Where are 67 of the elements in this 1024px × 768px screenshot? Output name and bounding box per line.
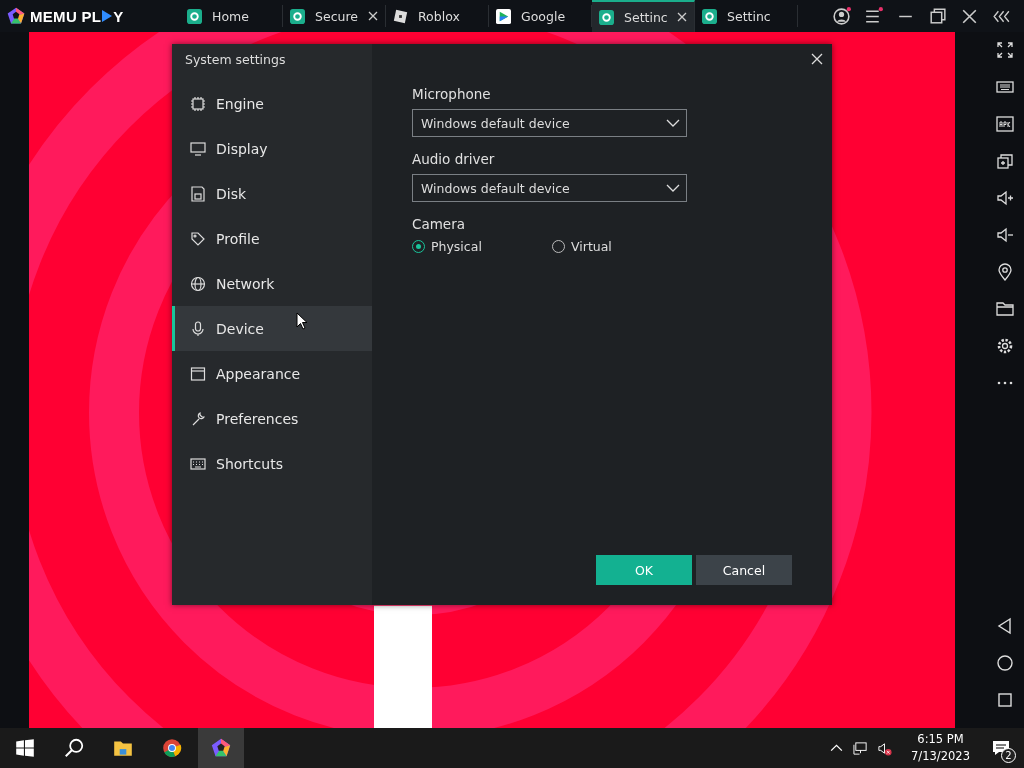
search-icon[interactable]: [63, 737, 85, 759]
caret-icon: [666, 119, 680, 127]
sidebar-item[interactable]: Engine: [172, 81, 372, 126]
browser-icon[interactable]: [161, 737, 183, 759]
globe-icon: [190, 275, 206, 292]
emulator-icon[interactable]: [210, 737, 232, 759]
app-icon: [599, 9, 614, 25]
field-label: Camera: [412, 216, 466, 232]
tag-icon: [190, 230, 206, 247]
caret-icon: [666, 184, 680, 192]
dialog-title: System settings: [184, 52, 287, 69]
notification-button[interactable]: 2: [986, 733, 1016, 763]
app-icon: [702, 8, 717, 24]
sidebar-item[interactable]: Profile: [172, 216, 372, 261]
app-icon: [290, 8, 305, 24]
field-label: Audio driver: [412, 151, 496, 167]
field-label: Microphone: [412, 86, 492, 102]
tab[interactable]: Home: [180, 5, 283, 27]
dropdown[interactable]: Windows default device: [412, 109, 687, 137]
logo-text: Y: [113, 7, 124, 25]
restore-icon[interactable]: [927, 5, 948, 27]
chip-icon: [190, 95, 206, 112]
sidebar-item[interactable]: Device: [172, 306, 372, 351]
microphone-icon: [190, 320, 206, 337]
notification-count: 2: [1001, 748, 1016, 763]
monitor-icon: [190, 140, 206, 157]
tab[interactable]: Settinc: [592, 0, 695, 32]
home-icon[interactable]: [994, 653, 1015, 673]
account-icon[interactable]: [831, 5, 852, 27]
close-icon[interactable]: [677, 12, 687, 22]
play-store-icon: [496, 8, 511, 24]
volume-down-icon[interactable]: [994, 225, 1015, 245]
volume-up-icon[interactable]: [994, 188, 1015, 208]
close-icon[interactable]: [368, 11, 378, 21]
muted-speaker-icon[interactable]: [877, 740, 893, 756]
start-icon[interactable]: [14, 737, 36, 759]
clock-time: 6:15 PM: [917, 731, 964, 748]
sidebar-item[interactable]: Network: [172, 261, 372, 306]
fullscreen-icon[interactable]: [994, 40, 1015, 60]
tab[interactable]: Secure: [283, 5, 386, 27]
keyboard-icon: [190, 455, 206, 472]
sidebar-item[interactable]: Preferences: [172, 396, 372, 441]
apk-icon[interactable]: [994, 114, 1015, 134]
app-icon: [393, 8, 408, 24]
radio-button[interactable]: Physical: [412, 239, 552, 254]
folder-icon[interactable]: [994, 299, 1015, 319]
dropdown[interactable]: Windows default device: [412, 174, 687, 202]
tab[interactable]: Google: [489, 5, 592, 27]
logo-text: MEMU PL: [30, 7, 102, 25]
app-icon: [187, 8, 202, 24]
radio-button[interactable]: Virtual: [552, 239, 692, 254]
sidebar-item[interactable]: Shortcuts: [172, 441, 372, 486]
cancel-button[interactable]: Cancel: [696, 555, 792, 585]
sidebar-item[interactable]: Appearance: [172, 351, 372, 396]
tab[interactable]: Settinc: [695, 5, 798, 27]
logo-icon: [6, 6, 26, 26]
tab[interactable]: Roblox: [386, 5, 489, 27]
wrench-icon: [190, 410, 206, 427]
sidebar-item[interactable]: Disk: [172, 171, 372, 216]
multi-window-icon[interactable]: [994, 151, 1015, 171]
window-icon: [190, 365, 206, 382]
sidebar-item[interactable]: Display: [172, 126, 372, 171]
cursor-icon: [296, 312, 308, 330]
close-icon[interactable]: [811, 53, 823, 65]
network-icon[interactable]: [853, 740, 869, 756]
play-icon: [102, 10, 113, 22]
clock-date: 7/13/2023: [911, 748, 970, 765]
